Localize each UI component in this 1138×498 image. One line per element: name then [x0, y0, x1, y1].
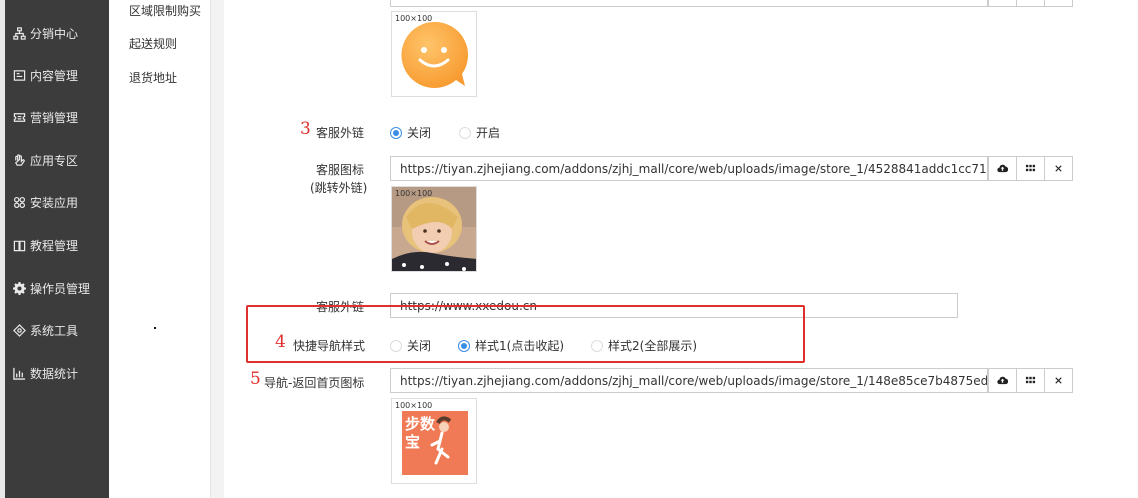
secondary-nav: 区域限制购买 起送规则 退货地址 [109, 0, 211, 498]
logo-text: 步数宝 [405, 415, 436, 451]
subnav-item-return-address[interactable]: 退货地址 [129, 69, 177, 86]
upload-button[interactable] [988, 0, 1017, 7]
previous-url-input[interactable] [390, 0, 988, 7]
girl-photo-image [392, 187, 476, 271]
sidebar-item-label: 教程管理 [30, 238, 79, 253]
settings-form: 100×100 3 客服外链 关闭 开启 客服图标 (跳转外链) https:/… [224, 0, 1138, 498]
service-icon-sublabel: (跳转外链) [310, 181, 368, 195]
service-icon-thumbnail: 100×100 [391, 186, 477, 272]
ticket-icon [12, 110, 26, 124]
sidebar-item-operators[interactable]: 操作员管理 [12, 278, 90, 298]
thumb-size-label: 100×100 [395, 14, 433, 23]
book-icon [12, 238, 26, 252]
radio-checked [390, 126, 402, 139]
tools-icon [12, 323, 26, 337]
sidebar-item-label: 数据统计 [30, 366, 79, 381]
gallery-button[interactable] [1016, 156, 1045, 181]
service-icon-url-input[interactable]: https://tiyan.zjhejiang.com/addons/zjhj_… [390, 156, 988, 181]
clear-button[interactable] [1044, 156, 1073, 181]
apps-icon [12, 195, 26, 209]
home-icon-thumbnail: 100×100 步数宝 [391, 398, 477, 484]
radio-label: 关闭 [407, 126, 432, 140]
close-icon [1055, 377, 1062, 384]
content-gutter [211, 0, 224, 498]
sidebar-item-label: 营销管理 [30, 110, 79, 125]
sidebar-item-statistics[interactable]: 数据统计 [12, 363, 78, 383]
home-icon-url-input[interactable]: https://tiyan.zjhejiang.com/addons/zjhj_… [390, 368, 988, 393]
step-treasure-logo: 步数宝 [402, 411, 468, 475]
sidebar-item-app-zone[interactable]: 应用专区 [12, 150, 78, 170]
gallery-button[interactable] [1016, 368, 1045, 393]
thumb-size-label: 100×100 [395, 401, 433, 410]
sidebar-item-tutorials[interactable]: 教程管理 [12, 235, 78, 255]
close-icon [1055, 165, 1062, 172]
annotation-highlight-box [246, 305, 805, 363]
home-icon-buttons [988, 368, 1073, 393]
sitemap-icon [12, 26, 26, 40]
cursor-dot [154, 327, 156, 329]
sidebar-item-install-apps[interactable]: 安装应用 [12, 192, 78, 212]
sidebar-item-system-tools[interactable]: 系统工具 [12, 320, 78, 340]
clear-button[interactable] [1044, 368, 1073, 393]
sidebar-item-marketing[interactable]: 营销管理 [12, 107, 78, 127]
sidebar-item-label: 系统工具 [30, 323, 79, 338]
clear-button[interactable] [1044, 0, 1073, 7]
radio-label: 开启 [476, 126, 501, 140]
gear-icon [12, 281, 26, 295]
content-icon [12, 68, 26, 82]
grid-icon [1025, 164, 1036, 172]
sidebar-item-label: 操作员管理 [30, 281, 91, 296]
sidebar-item-content[interactable]: 内容管理 [12, 65, 78, 85]
service-link-off-radio[interactable]: 关闭 [390, 124, 431, 141]
cloud-upload-icon [997, 376, 1008, 385]
gallery-button[interactable] [1016, 0, 1045, 7]
sidebar-item-label: 应用专区 [30, 153, 79, 168]
upload-button[interactable] [988, 156, 1017, 181]
previous-url-buttons [988, 0, 1073, 7]
sidebar-item-label: 分销中心 [30, 26, 79, 41]
home-icon-label: 导航-返回首页图标 [264, 376, 365, 390]
bar-chart-icon [12, 366, 26, 380]
smiley-chat-icon [401, 21, 469, 88]
service-link-on-radio[interactable]: 开启 [459, 124, 500, 141]
sidebar-item-distribution[interactable]: 分销中心 [12, 23, 78, 43]
main-sidebar: 分销中心 内容管理 营销管理 应用专区 安装应用 教程管理 操作员管理 系统工具… [0, 0, 109, 498]
service-icon-label: 客服图标 [316, 163, 365, 177]
service-avatar-thumbnail: 100×100 [391, 11, 477, 97]
sidebar-item-label: 内容管理 [30, 68, 79, 83]
subnav-item-region-restriction[interactable]: 区域限制购买 [129, 2, 201, 19]
service-link-label: 客服外链 [316, 126, 365, 140]
sidebar-item-label: 安装应用 [30, 195, 79, 210]
subnav-item-delivery-rules[interactable]: 起送规则 [129, 35, 177, 52]
sidebar-edge [0, 0, 5, 498]
annotation-marker-5: 5 [250, 369, 261, 389]
grid-icon [1025, 376, 1036, 384]
cloud-upload-icon [997, 164, 1008, 173]
annotation-marker-3: 3 [300, 119, 311, 139]
radio-unchecked [459, 126, 471, 139]
service-icon-buttons [988, 156, 1073, 181]
thumb-size-label: 100×100 [395, 189, 433, 198]
upload-button[interactable] [988, 368, 1017, 393]
hand-icon [12, 153, 26, 167]
